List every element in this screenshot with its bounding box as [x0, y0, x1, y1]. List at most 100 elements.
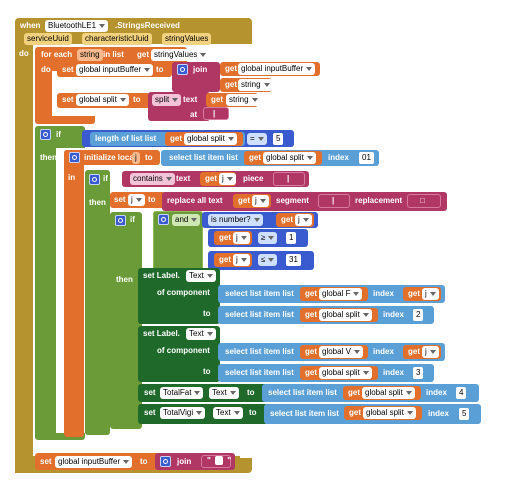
cmp2-op[interactable]: ≤ — [258, 254, 278, 266]
cmp1-value[interactable]: 1 — [286, 232, 297, 244]
init-local-label: initialize local — [84, 153, 137, 162]
label-f-get1-var[interactable]: global F — [319, 288, 363, 300]
reset-to: to — [140, 457, 148, 466]
param-string-values[interactable]: stringValues — [162, 33, 212, 45]
is-number-op[interactable]: is number? — [208, 214, 263, 226]
total-vigi-index: index — [428, 409, 449, 418]
if3-label: if — [130, 215, 135, 224]
cmp2-get-var[interactable]: j — [233, 254, 250, 266]
param-service-uuid[interactable]: serviceUuid — [24, 33, 72, 45]
label-f-to: to — [203, 309, 211, 318]
split-get-label: get — [211, 95, 223, 104]
event-name: .StringsReceived — [115, 21, 180, 30]
cmp2-value[interactable]: 31 — [286, 254, 301, 266]
label-f-idx-get-label: get — [408, 289, 420, 298]
total-fat-select-label: select list item list — [268, 388, 337, 397]
label-v-index1: index — [373, 347, 394, 356]
reset-var[interactable]: global inputBuffer — [55, 456, 133, 468]
replace-get-label: get — [238, 196, 250, 205]
replace-segment: segment — [276, 196, 309, 205]
label-f-select2-label: select list item list — [225, 310, 294, 319]
label-f-idx-get-var[interactable]: j — [422, 288, 439, 300]
reset-join-label: join — [177, 457, 192, 466]
if1-cmp-value[interactable]: 5 — [273, 133, 284, 145]
if1-gear-icon[interactable] — [40, 129, 51, 140]
label-v-get1-var[interactable]: global V — [319, 346, 363, 358]
label-v-get2-var[interactable]: global split — [319, 367, 372, 379]
label-v-prop[interactable]: Text — [186, 328, 216, 340]
and-gear-icon[interactable] — [158, 214, 169, 225]
total-vigi-get-var[interactable]: global split — [363, 407, 416, 419]
total-vigi-set: set — [144, 408, 156, 417]
reset-join-gear-icon[interactable] — [160, 456, 171, 467]
join-get1-label: get — [225, 64, 237, 73]
total-vigi-prop[interactable]: Text — [213, 407, 243, 419]
total-fat-prop[interactable]: Text — [209, 387, 239, 399]
join-gear-icon[interactable] — [177, 64, 188, 75]
local-select-index-value[interactable]: 01 — [359, 152, 374, 164]
init-local-name[interactable]: j — [132, 152, 140, 164]
label-f-prop[interactable]: Text — [186, 270, 216, 282]
label-f-index2: index — [383, 310, 404, 319]
reset-join-empty-quote-icon: " " — [207, 456, 232, 466]
total-vigi-idx[interactable]: 5 — [459, 408, 470, 420]
total-fat-to: to — [247, 388, 255, 397]
label-f-select1-label: select list item list — [225, 289, 294, 298]
and-op[interactable]: and — [172, 214, 201, 226]
param-characteristic-uuid[interactable]: characteristicUuid — [82, 33, 152, 45]
event-do-label: do — [19, 49, 29, 58]
label-v-select2-label: select list item list — [225, 368, 294, 377]
init-local-gear-icon[interactable] — [69, 152, 80, 163]
contains-op[interactable]: contains — [130, 173, 175, 185]
total-fat-get-var[interactable]: global split — [362, 387, 415, 399]
total-vigi-comp[interactable]: TotalVigi — [160, 407, 206, 419]
contains-piece-value: | — [287, 174, 290, 183]
if3-gear-icon[interactable] — [115, 215, 126, 226]
label-f-get1-label: get — [305, 289, 317, 298]
cmp1-op[interactable]: ≥ — [258, 232, 278, 244]
label-v-idx-get-var[interactable]: j — [422, 346, 439, 358]
label-v-index2: index — [383, 368, 404, 377]
label-v-of: of component — [157, 346, 210, 355]
set-split-var[interactable]: global split — [76, 94, 129, 106]
label-v-get2-label: get — [305, 368, 317, 377]
cmp2-get-label: get — [219, 255, 231, 264]
label-f-of: of component — [157, 288, 210, 297]
replace-replacement: replacement — [355, 196, 403, 205]
split-at-label: at — [190, 110, 198, 119]
foreach-var[interactable]: string — [77, 49, 103, 61]
foreach-inlist: in list — [103, 50, 124, 59]
contains-get-var[interactable]: j — [219, 173, 236, 185]
reset-set: set — [40, 457, 52, 466]
split-get-var[interactable]: string — [226, 94, 261, 106]
foreach-list-var[interactable]: stringValues — [151, 49, 210, 61]
split-op[interactable]: split — [152, 94, 182, 106]
replace-get-var[interactable]: j — [252, 195, 269, 207]
label-f-get2-var[interactable]: global split — [319, 309, 372, 321]
length-get-var[interactable]: global split — [184, 133, 237, 145]
total-fat-comp[interactable]: TotalFat — [160, 387, 204, 399]
label-f-index1: index — [373, 289, 394, 298]
replace-segment-value: | — [332, 196, 335, 205]
if2-gear-icon[interactable] — [89, 174, 100, 185]
init-local-in: in — [68, 173, 76, 182]
cmp1-get-var[interactable]: j — [233, 232, 250, 244]
replace-to: to — [148, 195, 156, 204]
if2-then: then — [89, 198, 106, 207]
component-dropdown[interactable]: BluetoothLE1 — [45, 20, 109, 32]
split-at-value: | — [213, 109, 216, 118]
replace-set-var[interactable]: j — [128, 194, 145, 206]
total-fat-idx[interactable]: 4 — [456, 387, 467, 399]
join-get2-var[interactable]: string — [238, 79, 273, 91]
label-v-idx2[interactable]: 3 — [413, 367, 424, 379]
set-input-var[interactable]: global inputBuffer — [76, 64, 154, 76]
label-f-idx2[interactable]: 2 — [413, 309, 424, 321]
if2-block[interactable] — [85, 170, 110, 435]
join-get1-var[interactable]: global inputBuffer — [238, 63, 316, 75]
is-number-get-var[interactable]: j — [295, 214, 312, 226]
init-local-block[interactable] — [64, 150, 84, 437]
local-select-get-var[interactable]: global split — [263, 152, 316, 164]
label-v-to: to — [203, 367, 211, 376]
if1-cmp-dropdown[interactable]: = — [247, 133, 267, 145]
foreach-label: for each — [41, 50, 73, 59]
